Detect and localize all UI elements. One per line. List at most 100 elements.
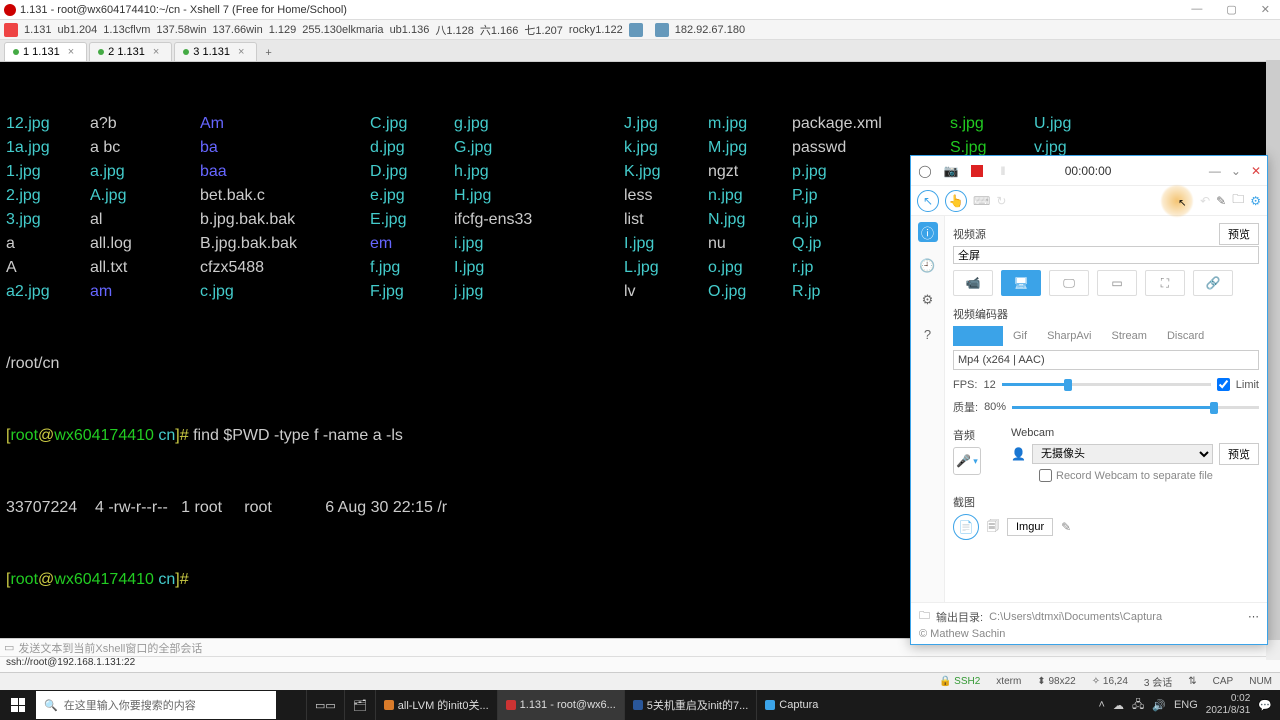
quality-value: 80% — [984, 401, 1006, 413]
taskview-icon[interactable]: ▭▭ — [306, 690, 344, 720]
tray-lang[interactable]: ENG — [1174, 699, 1198, 711]
refresh-icon[interactable]: ↻ — [996, 194, 1006, 208]
toolbar-session[interactable]: 182.92.67.180 — [675, 24, 745, 36]
quality-slider[interactable] — [1012, 406, 1259, 409]
fps-value: 12 — [983, 379, 995, 391]
save-shot-icon[interactable]: 📄 — [953, 514, 979, 540]
link-src-icon[interactable]: 🔗 — [1193, 270, 1233, 296]
cap-close[interactable]: ✕ — [1251, 164, 1261, 178]
captura-sys-icon: ◯ — [917, 163, 933, 179]
webcam-preview-button[interactable]: 预览 — [1219, 443, 1259, 465]
toolbar-session[interactable]: 六1.166 — [480, 22, 519, 38]
output-path[interactable]: C:\Users\dtmxi\Documents\Captura — [989, 611, 1242, 623]
screen-src-icon[interactable]: 🖥 — [1001, 270, 1041, 296]
captura-main: 视频源 预览 📹 🖥 🖵 ▭ ⛶ 🔗 视频编码器 GifSharpAviStre… — [945, 216, 1267, 602]
explorer-icon[interactable]: 🗂 — [344, 690, 375, 720]
edit-shot-icon[interactable]: ✎ — [1061, 520, 1071, 534]
tray-network-icon[interactable]: 🖧 — [1132, 696, 1144, 715]
toolbar-session[interactable]: 137.66win — [213, 24, 263, 36]
window-title: 1.131 - root@wx604174410:~/cn - Xshell 7… — [20, 4, 347, 16]
encoder-tab[interactable] — [953, 326, 1003, 346]
maximize-button[interactable]: ▢ — [1220, 3, 1242, 16]
toolbar-session[interactable]: 1.131 — [24, 24, 52, 36]
cap-expand[interactable]: ⌄ — [1231, 164, 1241, 178]
system-tray: ˄ ☁ 🖧 🔊 ENG 0:022021/8/31 💬 — [1091, 693, 1280, 717]
pause-button[interactable]: ‖ — [995, 163, 1011, 179]
audio-label: 音频 — [953, 427, 981, 443]
snapshot-icon[interactable]: 📷 — [943, 163, 959, 179]
taskbar-app[interactable]: Captura — [756, 690, 826, 720]
gear-icon[interactable]: ⚙ — [1250, 194, 1261, 208]
session-toolbar: 1.131 ub1.204 1.13cflvm 137.58win 137.66win 1… — [0, 20, 1280, 40]
toolbar-session[interactable]: 七1.207 — [524, 22, 563, 38]
folder-icon[interactable]: 🗀 — [1232, 190, 1244, 211]
keyboard-icon[interactable]: ⌨ — [973, 194, 990, 208]
toolbar-session[interactable]: 1.13cflvm — [103, 24, 150, 36]
click-tool-icon[interactable]: 👆 — [945, 190, 967, 212]
source-input[interactable] — [953, 246, 1259, 264]
encoder-tabs: GifSharpAviStreamDiscard — [953, 326, 1259, 346]
click-highlight — [1160, 184, 1194, 218]
tray-onedrive-icon[interactable]: ☁ — [1113, 699, 1124, 712]
limit-check[interactable] — [1217, 378, 1230, 391]
encoder-tab[interactable]: SharpAvi — [1037, 326, 1101, 346]
session-tab[interactable]: 2 1.131× — [89, 42, 172, 61]
monitor-src-icon[interactable]: 🖵 — [1049, 270, 1089, 296]
preview-button[interactable]: 预览 — [1219, 223, 1259, 245]
more-icon[interactable]: ⋯ — [1248, 610, 1259, 623]
webcam-select[interactable]: 无摄像头 — [1032, 444, 1213, 464]
close-button[interactable]: ✕ — [1255, 3, 1276, 16]
window-src-icon[interactable]: ▭ — [1097, 270, 1137, 296]
cursor-tool-icon[interactable]: ↖ — [917, 190, 939, 212]
sidebar-history-icon[interactable]: 🕘 — [918, 256, 938, 276]
captura-toolbar: ↖ 👆 ⌨ ↻ ↶ ✎ 🗀 ⚙ — [911, 186, 1267, 216]
tray-volume-icon[interactable]: 🔊 — [1152, 699, 1166, 712]
encoder-tab[interactable]: Stream — [1102, 326, 1157, 346]
status-bar: 🔒 SSH2 xterm ⬍ 98x22 ✧ 16,24 3 会话 ⇅ CAP … — [0, 672, 1280, 690]
encoder-tab[interactable]: Gif — [1003, 326, 1037, 346]
tray-up-icon[interactable]: ˄ — [1099, 699, 1105, 711]
folder-out-icon[interactable]: 🗀 — [919, 607, 930, 626]
sidebar-help-icon[interactable]: ? — [918, 324, 938, 344]
region-src-icon[interactable]: ⛶ — [1145, 270, 1185, 296]
toolbar-session[interactable]: 八1.128 — [435, 22, 474, 38]
webcam-label: Webcam — [1011, 427, 1259, 439]
toolbar-session[interactable]: 255.130elkmaria — [302, 24, 383, 36]
copy-shot-icon[interactable]: 🗐 — [987, 517, 999, 538]
fps-slider[interactable] — [1002, 383, 1211, 386]
cap-minimize[interactable]: — — [1209, 164, 1221, 178]
toolbar-session[interactable]: rocky1.122 — [569, 24, 623, 36]
encoder-tab[interactable]: Discard — [1157, 326, 1214, 346]
camera-src-icon[interactable]: 📹 — [953, 270, 993, 296]
toolbar-session[interactable]: ub1.204 — [58, 24, 98, 36]
mic-button[interactable]: 🎤 ▾ — [953, 447, 981, 475]
timer: 00:00:00 — [1065, 164, 1112, 178]
codec-select[interactable]: Mp4 (x264 | AAC) — [953, 350, 1259, 370]
tab-add[interactable]: + — [259, 45, 277, 61]
toolbar-session[interactable]: 1.129 — [269, 24, 297, 36]
captura-footer: 🗀 输出目录: C:\Users\dtmxi\Documents\Captura… — [911, 602, 1267, 644]
tab-bar: 1 1.131×2 1.131×3 1.131×+ — [0, 40, 1280, 62]
sidebar-main-icon[interactable]: ⓘ — [918, 222, 938, 242]
toolbar-session[interactable]: ub1.136 — [390, 24, 430, 36]
session-tab[interactable]: 3 1.131× — [174, 42, 257, 61]
imgur-button[interactable]: Imgur — [1007, 518, 1053, 536]
taskbar-search[interactable]: 🔍 在这里输入你要搜索的内容 — [36, 691, 276, 719]
ssh-info: ssh://root@192.168.1.131:22 — [0, 656, 1280, 672]
tray-notif-icon[interactable]: 💬 — [1258, 699, 1272, 712]
scrollbar[interactable] — [1266, 60, 1280, 660]
taskbar-app[interactable]: all-LVM 的init0关... — [375, 690, 497, 720]
start-button[interactable] — [0, 690, 36, 720]
toolbar-session[interactable]: 137.58win — [156, 24, 206, 36]
minimize-button[interactable]: — — [1185, 3, 1208, 16]
tray-clock[interactable]: 0:022021/8/31 — [1206, 693, 1251, 717]
taskbar-app[interactable]: 5关机重启及init的7... — [624, 690, 756, 720]
undo-icon[interactable]: ↶ — [1200, 194, 1210, 208]
sidebar-settings-icon[interactable]: ⚙ — [918, 290, 938, 310]
session-tab[interactable]: 1 1.131× — [4, 42, 87, 61]
record-button[interactable] — [969, 163, 985, 179]
taskbar-app[interactable]: 1.131 - root@wx6... — [497, 690, 624, 720]
record-sep-check[interactable] — [1039, 469, 1052, 482]
pencil-icon[interactable]: ✎ — [1216, 194, 1226, 208]
app-icon — [4, 4, 16, 16]
